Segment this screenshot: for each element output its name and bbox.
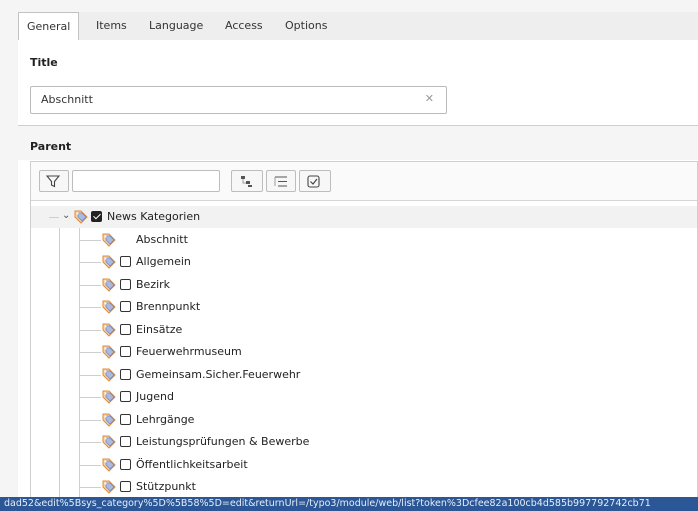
tree-row[interactable]: Leistungsprüfungen & Bewerbe: [31, 431, 697, 453]
filter-icon[interactable]: [39, 170, 69, 192]
category-tag-icon: [102, 300, 116, 317]
category-tag-icon: [102, 323, 116, 340]
tree-row[interactable]: Lehrgänge: [31, 409, 697, 431]
tree-item-label: Gemeinsam.Sicher.Feuerwehr: [136, 367, 301, 381]
category-checkbox[interactable]: [120, 391, 131, 402]
tree-row[interactable]: Jugend: [31, 386, 697, 408]
tree-connector: [79, 442, 101, 443]
tree-connector: [49, 217, 59, 218]
tree-connector: [79, 284, 101, 286]
category-tag-icon: [74, 210, 88, 227]
close-icon[interactable]: ✕: [425, 92, 434, 105]
tree-item-label: Brennpunkt: [136, 300, 201, 313]
show-selected-icon[interactable]: [299, 170, 331, 192]
record-editor: General Items Language Access Options Ti…: [0, 0, 698, 511]
parent-label: Parent: [30, 140, 72, 153]
tree-row[interactable]: Feuerwehrmuseum: [31, 341, 697, 363]
category-checkbox[interactable]: [120, 368, 131, 380]
tab-options[interactable]: Options: [277, 12, 335, 40]
category-tree: ⌄ News Kategorien Abschnitt Allgemein Bezirk…: [30, 161, 698, 503]
category-tag-icon: [102, 233, 116, 250]
category-checkbox[interactable]: [120, 458, 131, 470]
tab-items[interactable]: Items: [88, 12, 135, 40]
tree-item-label: Jugend: [136, 390, 174, 403]
category-tag-icon: [102, 458, 116, 475]
tree-item-label: Abschnitt: [136, 232, 188, 246]
tree-connector: [79, 487, 101, 488]
category-tag-icon: [102, 278, 116, 295]
tree-row[interactable]: Allgemein: [31, 251, 697, 273]
category-tag-icon: [102, 368, 116, 385]
category-checkbox[interactable]: [120, 323, 131, 335]
root-checkbox[interactable]: [91, 211, 102, 222]
tree-item-label: Lehrgänge: [136, 412, 195, 426]
category-tag-icon: [102, 390, 116, 407]
tree-item-label: Einsätze: [136, 322, 183, 336]
tree-row[interactable]: Brennpunkt: [31, 296, 697, 318]
category-checkbox[interactable]: [120, 346, 131, 357]
title-label: Title: [30, 56, 58, 69]
tree-row-root[interactable]: ⌄ News Kategorien: [31, 206, 697, 228]
category-checkbox[interactable]: [120, 413, 131, 425]
category-checkbox[interactable]: [120, 278, 131, 290]
tree-row[interactable]: Gemeinsam.Sicher.Feuerwehr: [31, 364, 697, 386]
tree-guide-line: [79, 228, 80, 498]
tree-filter-input[interactable]: [72, 170, 220, 192]
tree-row[interactable]: Öffentlichkeitsarbeit: [31, 454, 697, 476]
tree-toolbar: [31, 162, 697, 201]
category-checkbox[interactable]: [120, 436, 131, 447]
tree-connector: [79, 419, 101, 421]
parent-header: Parent: [18, 126, 698, 160]
tree-row[interactable]: Bezirk: [31, 274, 697, 296]
tree-connector: [79, 464, 101, 466]
tab-access[interactable]: Access: [217, 12, 271, 40]
status-bar-url: dad52&edit%5Bsys_category%5D%5B58%5D=edi…: [0, 497, 698, 511]
category-checkbox[interactable]: [120, 481, 131, 492]
tree-item-label: Feuerwehrmuseum: [136, 345, 242, 358]
tree-row[interactable]: Stützpunkt: [31, 476, 697, 498]
tree-connector: [79, 262, 101, 263]
tab-bar: General Items Language Access Options: [18, 12, 698, 41]
tree-connector: [79, 239, 101, 241]
tree-connector: [79, 397, 101, 398]
category-checkbox[interactable]: [120, 301, 131, 312]
category-tag-icon: [102, 255, 116, 272]
title-input[interactable]: [31, 87, 431, 111]
tab-general[interactable]: General: [18, 12, 80, 41]
tree-connector: [79, 307, 101, 308]
category-checkbox[interactable]: [120, 256, 131, 267]
tree-connector: [79, 374, 101, 376]
category-tag-icon: [102, 435, 116, 452]
tree-item-label: Stützpunkt: [136, 480, 196, 493]
collapse-tree-icon[interactable]: [266, 170, 296, 192]
tree-row[interactable]: Abschnitt: [31, 229, 697, 251]
tree-item-label: Bezirk: [136, 277, 171, 291]
tree-root-label: News Kategorien: [107, 210, 201, 223]
chevron-down-icon[interactable]: ⌄: [62, 210, 70, 221]
general-panel: Title ✕ Parent: [18, 40, 698, 503]
tab-language[interactable]: Language: [141, 12, 211, 40]
title-field[interactable]: ✕: [30, 86, 447, 114]
tree-item-label: Allgemein: [136, 255, 191, 268]
tree-connector: [79, 329, 101, 331]
category-tag-icon: [102, 345, 116, 362]
expand-tree-icon[interactable]: [231, 170, 263, 192]
category-tag-icon: [102, 480, 116, 497]
tree-connector: [79, 352, 101, 353]
tree-item-label: Leistungsprüfungen & Bewerbe: [136, 435, 310, 448]
category-tag-icon: [102, 413, 116, 430]
tree-item-label: Öffentlichkeitsarbeit: [136, 457, 248, 471]
tree-row[interactable]: Einsätze: [31, 319, 697, 341]
